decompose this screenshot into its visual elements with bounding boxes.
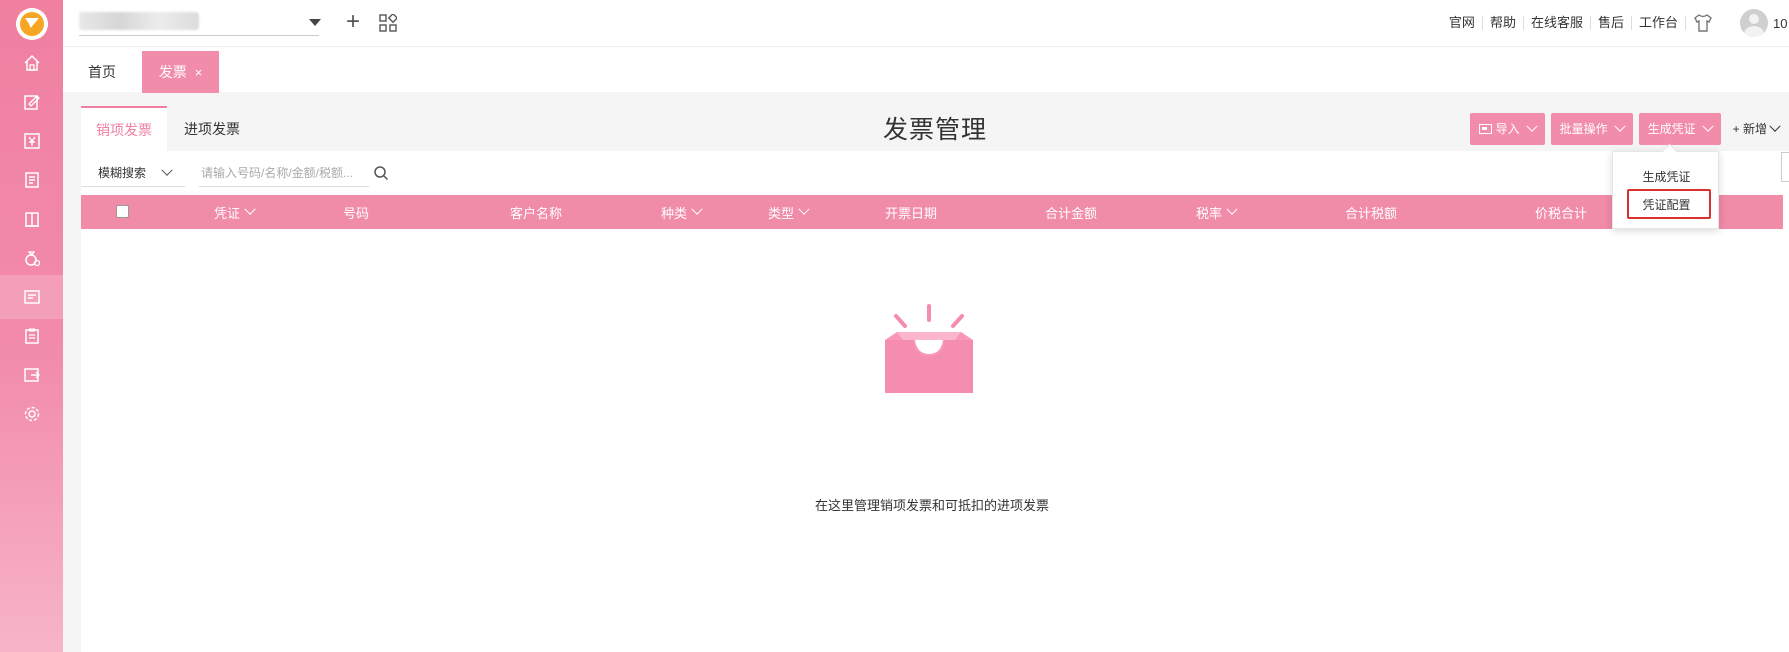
column-tax-rate[interactable]: 税率 — [1181, 195, 1251, 229]
column-total-tax: 合计税额 — [1321, 195, 1421, 229]
sidebar-item-reports[interactable] — [0, 314, 63, 358]
column-customer-name: 客户名称 — [466, 195, 606, 229]
empty-state-message: 在这里管理销项发票和可抵扣的进项发票 — [814, 498, 1049, 513]
column-number: 号码 — [306, 195, 406, 229]
caret-down-icon[interactable] — [309, 19, 321, 26]
batch-label: 批量操作 — [1559, 122, 1608, 136]
page-tabs-bar: 首页 发票 × — [63, 46, 1789, 93]
import-label: 导入 — [1495, 122, 1520, 136]
column-label: 客户名称 — [509, 205, 562, 221]
main-content: 销项发票 进项发票 发票管理 导入 批量操作 生成凭证 + 新增 模糊搜索 请输… — [81, 103, 1789, 652]
chevron-down-icon — [1525, 120, 1538, 132]
generate-voucher-dropdown: 生成凭证 凭证配置 — [1612, 151, 1719, 229]
column-label: 类型 — [767, 205, 794, 221]
search-input[interactable] — [199, 159, 369, 187]
export-icon — [23, 368, 40, 382]
add-company-button[interactable]: + — [341, 10, 365, 35]
chevron-down-icon — [1613, 120, 1626, 132]
side-panel-handle[interactable] — [1781, 152, 1789, 182]
sidebar-item-home[interactable] — [0, 41, 63, 85]
tab-invoice-label: 发票 — [158, 64, 187, 80]
column-label: 号码 — [342, 205, 369, 221]
toolbar-actions: 导入 批量操作 生成凭证 + 新增 — [1464, 112, 1789, 145]
column-label: 价税合计 — [1534, 205, 1587, 221]
chevron-down-icon — [244, 203, 256, 215]
top-links: 官网 帮助 在线客服 售后 工作台 10 — [1442, 0, 1789, 46]
subtabs-bar: 销项发票 进项发票 发票管理 导入 批量操作 生成凭证 + 新增 — [81, 103, 1789, 151]
sidebar-item-books[interactable] — [0, 197, 63, 241]
money-bag-icon — [24, 251, 40, 267]
chevron-down-icon — [1701, 120, 1714, 132]
sidebar — [0, 0, 63, 652]
chevron-down-icon — [1226, 203, 1238, 215]
tab-invoice[interactable]: 发票 × — [142, 51, 219, 93]
link-help[interactable]: 帮助 — [1483, 16, 1524, 30]
column-type[interactable]: 类型 — [753, 195, 823, 229]
tab-home[interactable]: 首页 — [63, 51, 141, 93]
sidebar-item-ledger[interactable] — [0, 158, 63, 202]
search-mode-select[interactable]: 模糊搜索 — [81, 159, 185, 187]
column-price-tax-total: 价税合计 — [1501, 195, 1621, 229]
chevron-down-icon — [798, 203, 810, 215]
apps-grid-icon[interactable] — [379, 14, 397, 32]
sidebar-item-assets[interactable] — [0, 236, 63, 280]
user-name[interactable]: 10 — [1773, 16, 1789, 31]
batch-operation-button[interactable]: 批量操作 — [1550, 112, 1633, 145]
column-issue-date: 开票日期 — [861, 195, 961, 229]
column-label: 凭证 — [213, 205, 240, 221]
add-new-button[interactable]: + 新增 — [1721, 113, 1789, 145]
sidebar-item-voucher[interactable] — [0, 80, 63, 124]
search-icon[interactable] — [373, 165, 389, 181]
book-icon — [24, 212, 39, 227]
column-category[interactable]: 种类 — [646, 195, 716, 229]
column-label: 开票日期 — [884, 205, 937, 221]
highlight-box — [1627, 189, 1711, 219]
link-after-sales[interactable]: 售后 — [1591, 16, 1632, 30]
chevron-down-icon — [1769, 120, 1781, 132]
import-icon — [1478, 123, 1492, 134]
edit-note-icon — [23, 95, 40, 110]
search-mode-label: 模糊搜索 — [98, 166, 147, 180]
shirt-icon[interactable] — [1692, 13, 1714, 33]
top-bar: + 官网 帮助 在线客服 售后 工作台 10 — [63, 0, 1789, 46]
sidebar-item-settings[interactable] — [0, 392, 63, 436]
invoice-icon — [23, 290, 40, 304]
home-icon — [23, 54, 40, 71]
app-logo[interactable] — [16, 8, 48, 40]
column-label: 种类 — [660, 205, 687, 221]
sidebar-item-invoice[interactable] — [0, 275, 63, 319]
avatar[interactable] — [1740, 9, 1768, 37]
chevron-down-icon — [691, 203, 703, 215]
link-official-site[interactable]: 官网 — [1442, 16, 1483, 30]
search-row: 模糊搜索 — [81, 151, 1789, 194]
page-title: 发票管理 — [882, 116, 987, 144]
tab-sales-invoice[interactable]: 销项发票 — [81, 106, 167, 151]
import-button[interactable]: 导入 — [1469, 112, 1545, 145]
company-selector[interactable] — [79, 10, 319, 36]
column-label: 税率 — [1195, 205, 1222, 221]
generate-label: 生成凭证 — [1647, 122, 1696, 136]
link-online-service[interactable]: 在线客服 — [1524, 16, 1591, 30]
company-name-blurred — [79, 12, 199, 30]
generate-voucher-button[interactable]: 生成凭证 — [1638, 112, 1721, 145]
select-all-checkbox[interactable] — [116, 205, 129, 218]
column-label: 合计税额 — [1344, 205, 1397, 221]
sidebar-item-export[interactable] — [0, 353, 63, 397]
column-label: 合计金额 — [1044, 205, 1097, 221]
add-label: + 新增 — [1732, 122, 1767, 136]
table-header: 凭证 号码 客户名称 种类 类型 开票日期 合计金额 税率 合计税额 价税合计 — [81, 195, 1783, 229]
menu-item-generate-voucher[interactable]: 生成凭证 — [1613, 164, 1720, 188]
close-icon[interactable]: × — [195, 65, 203, 80]
column-voucher[interactable]: 凭证 — [199, 195, 269, 229]
tab-purchase-invoice[interactable]: 进项发票 — [169, 106, 255, 151]
link-workbench[interactable]: 工作台 — [1632, 16, 1686, 30]
empty-inbox-icon — [885, 304, 973, 393]
sidebar-item-cash[interactable] — [0, 119, 63, 163]
report-icon — [24, 328, 39, 344]
chevron-down-icon — [161, 164, 173, 176]
ledger-icon — [24, 172, 39, 188]
column-total-amount: 合计金额 — [1021, 195, 1121, 229]
yen-icon — [23, 133, 40, 149]
settings-icon — [24, 406, 39, 422]
